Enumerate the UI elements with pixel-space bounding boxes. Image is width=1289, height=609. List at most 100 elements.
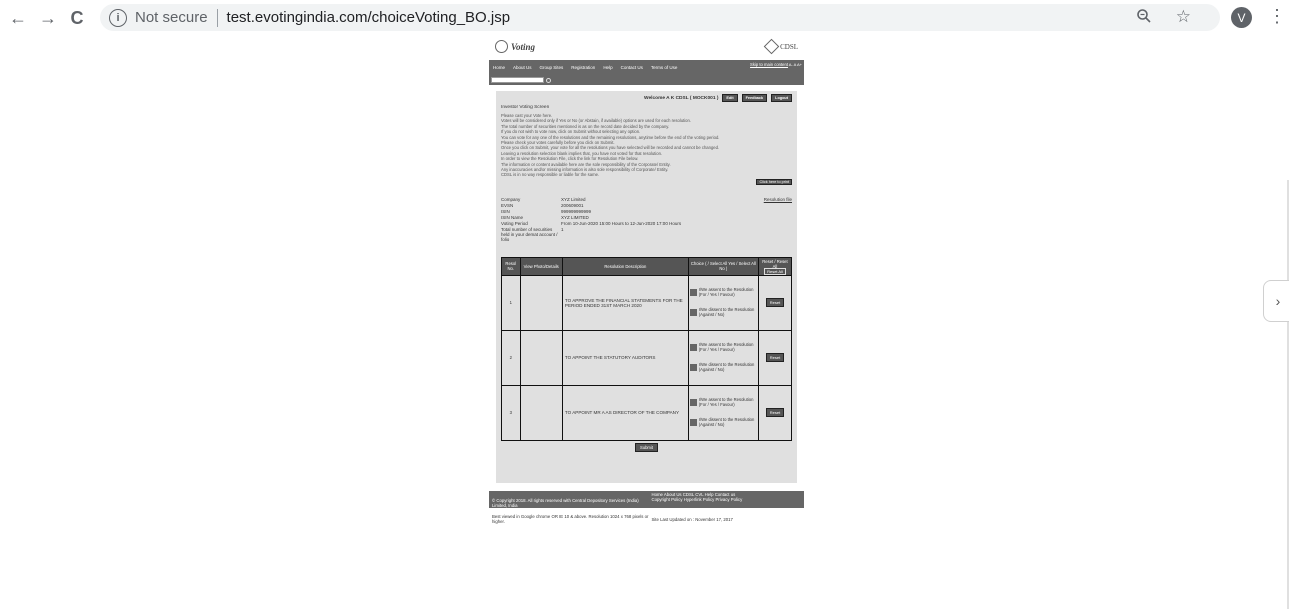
footer-bar: © Copyright 2018. All rights reserved wi…	[489, 491, 804, 508]
search-icon[interactable]	[546, 77, 551, 83]
resolution-description: TO APPROVE THE FINANCIAL STATEMENTS FOR …	[561, 274, 689, 331]
resolution-number: 2	[501, 329, 521, 386]
back-icon[interactable]: ←	[3, 3, 33, 33]
resolution-number: 1	[501, 274, 521, 331]
nav-group-sites[interactable]: Group Sites	[540, 65, 564, 70]
voting-panel: Welcome A K CDSL ( MOCK001 ) Edit Feedba…	[496, 91, 797, 483]
resolution-file-link[interactable]: Resolution file	[764, 197, 792, 202]
reset-button[interactable]: Reset	[765, 353, 785, 363]
assent-option[interactable]: I/We assent to the Resolution (For / Yes…	[689, 342, 757, 353]
isin-value: 999999999999	[561, 208, 592, 214]
welcome-row: Welcome A K CDSL ( MOCK001 ) Edit Feedba…	[501, 94, 792, 102]
col-view-photo: View Photo/Details	[519, 256, 563, 276]
site-search-input[interactable]	[491, 77, 544, 83]
dissent-option[interactable]: I/We dissent to the Resolution (Against …	[689, 417, 757, 428]
cdsl-logo[interactable]: CDSL	[763, 38, 798, 55]
browser-toolbar: ← → C i Not secure test.evotingindia.com…	[0, 0, 1289, 35]
securities-label: Total number of securities held in your …	[501, 226, 558, 242]
photo-cell	[519, 329, 563, 386]
reset-button[interactable]: Reset	[765, 408, 785, 418]
nav-home[interactable]: Home	[493, 65, 505, 70]
reload-icon[interactable]: C	[62, 3, 92, 33]
nav-help[interactable]: Help	[603, 65, 612, 70]
info-icon[interactable]: i	[109, 8, 127, 27]
feedback-button[interactable]: Feedback	[741, 94, 768, 102]
nav-about-us[interactable]: About Us	[513, 65, 532, 70]
footer-links-policy[interactable]: Copyright Policy Hyperlink Policy Privac…	[651, 497, 801, 502]
zoom-icon[interactable]	[1136, 8, 1152, 29]
photo-cell	[519, 274, 563, 331]
isin-name-label: ISIN Name	[501, 214, 524, 220]
forward-icon[interactable]: →	[33, 3, 63, 33]
dissent-radio[interactable]	[689, 363, 697, 371]
assent-option[interactable]: I/We assent to the Resolution (For / Yes…	[689, 397, 757, 408]
skip-to-main-link[interactable]: Skip to main content	[750, 62, 788, 68]
logo-text: Voting	[511, 41, 536, 52]
footer-bottom: Best viewed in Google chrome OR IE 10 & …	[489, 508, 804, 527]
reset-cell: Reset	[757, 274, 793, 331]
reset-all-button[interactable]: Reset All	[764, 267, 786, 275]
choice-cell: I/We assent to the Resolution (For / Yes…	[687, 329, 759, 386]
securities-value: 1	[561, 226, 564, 232]
voting-page: Voting CDSL Home About Us Group Sites Re…	[489, 33, 804, 533]
assent-option[interactable]: I/We assent to the Resolution (For / Yes…	[689, 287, 757, 298]
voting-period-label: Voting Period	[501, 220, 528, 226]
bookmark-star-icon[interactable]: ☆	[1176, 7, 1191, 27]
choice-cell: I/We assent to the Resolution (For / Yes…	[687, 274, 759, 331]
reset-cell: Reset	[757, 329, 793, 386]
logout-button[interactable]: Logout	[771, 94, 792, 102]
dissent-option[interactable]: I/We dissent to the Resolution (Against …	[689, 361, 757, 373]
photo-cell	[519, 384, 563, 441]
copyright-text: © Copyright 2018. All rights reserved wi…	[492, 498, 639, 508]
assent-radio[interactable]	[689, 399, 697, 407]
side-panel-chevron-icon[interactable]: ›	[1263, 280, 1289, 322]
col-reset: Reset / Reset All Reset All	[757, 256, 793, 276]
cdsl-text: CDSL	[780, 42, 798, 51]
top-nav: Home About Us Group Sites Registration H…	[489, 60, 804, 75]
assent-label: I/We assent to the Resolution (For / Yes…	[698, 397, 754, 408]
col-choice: Choice ( / Select All Yes / Select All N…	[687, 256, 759, 276]
font-size-controls[interactable]: A- A A+	[789, 62, 802, 67]
assent-radio[interactable]	[689, 289, 697, 297]
click-here-button[interactable]: Click here to print	[756, 178, 792, 185]
nav-contact-us[interactable]: Contact Us	[621, 65, 643, 70]
company-label: Company	[501, 196, 521, 202]
dissent-radio[interactable]	[689, 308, 697, 316]
footer-links: Home About Us CDSL CVL Help Contact us C…	[651, 492, 801, 502]
resolution-table: Resol No. View Photo/Details Resolution …	[501, 256, 793, 441]
dissent-label: I/We dissent to the Resolution (Against …	[698, 361, 755, 372]
url-text[interactable]: test.evotingindia.com/choiceVoting_BO.js…	[227, 9, 511, 26]
submit-button[interactable]: Submit	[634, 442, 659, 452]
edit-button[interactable]: Edit	[722, 94, 738, 102]
dissent-radio[interactable]	[689, 418, 697, 426]
assent-radio[interactable]	[689, 344, 697, 352]
page-title: Investor Voting Screen	[501, 105, 550, 110]
print-row: Click here to print	[501, 178, 792, 185]
nav-terms-of-use[interactable]: Terms of Use	[651, 65, 678, 70]
address-bar[interactable]: i Not secure test.evotingindia.com/choic…	[100, 4, 1220, 31]
reset-button[interactable]: Reset	[765, 298, 785, 308]
submit-row: Submit	[501, 442, 792, 452]
evoting-logo[interactable]: Voting	[495, 40, 535, 53]
isin-label: ISIN	[501, 208, 510, 214]
table-row: 3 TO APPOINT MR A AS DIRECTOR OF THE COM…	[501, 384, 793, 441]
last-updated-text: Site Last Updated on : November 17, 2017	[651, 517, 733, 522]
evsn-label: EVSN	[501, 202, 514, 208]
dissent-option[interactable]: I/We dissent to the Resolution (Against …	[689, 307, 757, 318]
best-viewed-text: Best viewed in Google chrome OR IE 10 & …	[492, 514, 649, 524]
choice-cell: I/We assent to the Resolution (For / Yes…	[687, 384, 759, 441]
nav-registration[interactable]: Registration	[571, 65, 595, 70]
not-secure-label: Not secure	[135, 9, 208, 26]
resolution-number: 3	[501, 384, 521, 441]
col-resol-no: Resol No.	[501, 256, 521, 276]
instructions: Please cast your Vote here. Votes will b…	[501, 113, 792, 178]
company-details: Company XYZ Limited EVSN 200609001 ISIN …	[501, 197, 792, 242]
assent-label: I/We assent to the Resolution (For / Yes…	[698, 287, 754, 298]
address-separator	[216, 8, 218, 27]
table-row: 2 TO APPOINT THE STATUTORY AUDITORS I/We…	[501, 329, 793, 386]
table-row: 1 TO APPROVE THE FINANCIAL STATEMENTS FO…	[501, 274, 793, 331]
profile-avatar[interactable]: V	[1231, 7, 1252, 28]
evsn-value: 200609001	[561, 202, 584, 208]
reset-cell: Reset	[757, 384, 793, 441]
menu-dots-icon[interactable]: ⋮	[1268, 6, 1286, 27]
